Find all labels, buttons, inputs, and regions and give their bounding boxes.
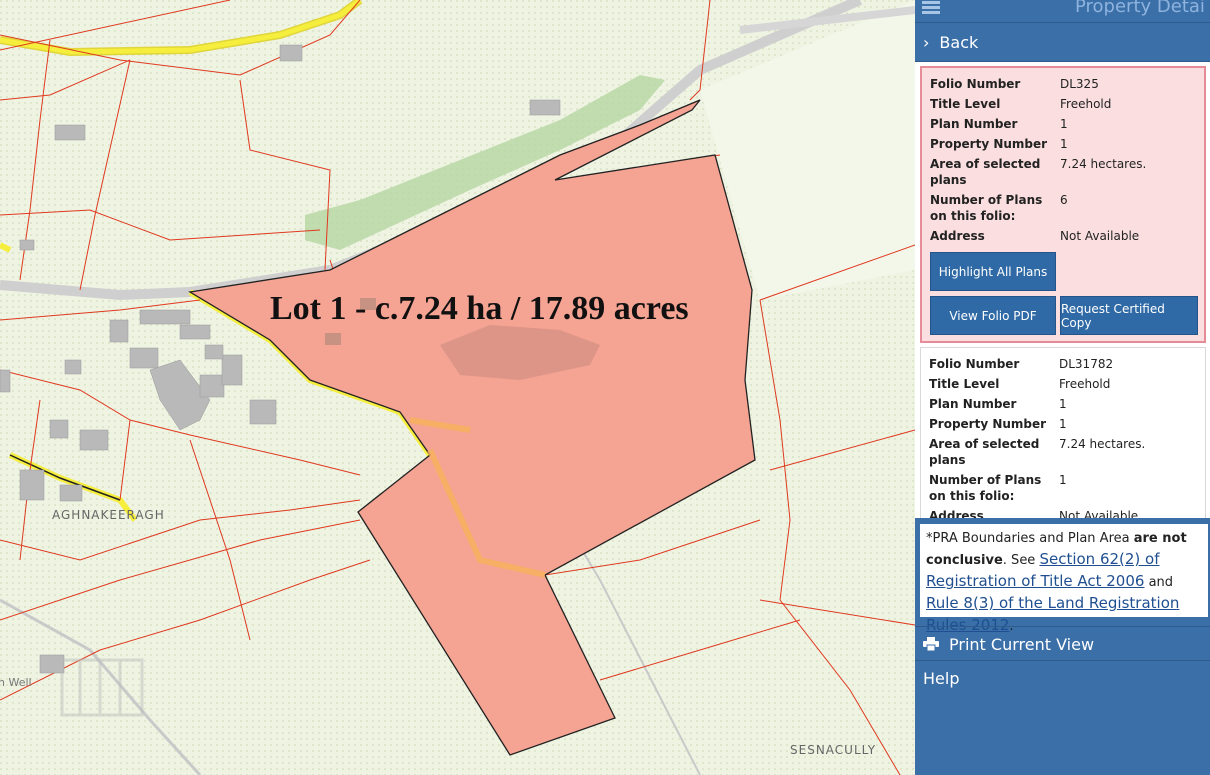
field-value: 1	[1060, 117, 1068, 131]
field-value: DL31782	[1059, 357, 1114, 371]
view-folio-pdf-button[interactable]: View Folio PDF	[930, 296, 1056, 335]
field-label: Title Level	[929, 377, 1000, 391]
folio-card[interactable]: Folio Number DL31782 Title Level Freehold …	[920, 347, 1206, 518]
folio-card[interactable]: Folio Number DL325 Title Level Freehold Pl…	[920, 66, 1206, 343]
field-label: Plan Number	[930, 117, 1018, 131]
field-value: 1	[1059, 397, 1067, 411]
place-name-well: n Well	[0, 676, 32, 689]
panel-header: Property Detai	[915, 0, 1210, 23]
field-value: 1	[1059, 473, 1067, 487]
field-label: Plan Number	[929, 397, 1017, 411]
field-value: 7.24 hectares.	[1059, 437, 1146, 451]
place-name-aghnakeeragh: AGHNAKEERAGH	[52, 508, 165, 522]
field-value: Freehold	[1060, 97, 1112, 111]
disclaimer-text: . See	[1002, 553, 1040, 568]
request-certified-copy-button[interactable]: Request Certified Copy	[1060, 296, 1198, 335]
field-label: Number of Plans on this folio:	[930, 193, 1043, 223]
menu-icon[interactable]	[922, 1, 940, 15]
field-label: Area of selected plans	[929, 437, 1040, 467]
help-label: Help	[923, 668, 960, 688]
field-value: 1	[1060, 137, 1068, 151]
disclaimer-text: *PRA Boundaries and Plan Area	[926, 531, 1134, 546]
disclaimer-text: and	[1144, 575, 1174, 590]
map-canvas[interactable]	[0, 0, 915, 775]
highlight-all-plans-button[interactable]: Highlight All Plans	[930, 252, 1056, 291]
field-label: Area of selected plans	[930, 157, 1041, 187]
building	[325, 333, 341, 345]
field-value: Freehold	[1059, 377, 1111, 391]
print-label: Print Current View	[949, 634, 1095, 654]
field-value: 1	[1059, 417, 1067, 431]
field-label: Address	[930, 229, 985, 243]
field-label: Address	[929, 509, 984, 518]
print-current-view-button[interactable]: Print Current View	[915, 626, 1210, 661]
field-label: Title Level	[930, 97, 1001, 111]
map-view[interactable]: Lot 1 - c.7.24 ha / 17.89 acres AGHNAKEE…	[0, 0, 915, 775]
field-label: Property Number	[930, 137, 1048, 151]
help-button[interactable]: Help	[915, 660, 1210, 695]
field-value: Not Available	[1059, 509, 1139, 518]
property-details-panel: Property Detai › Back Folio Number DL325 …	[915, 0, 1210, 775]
back-button[interactable]: › Back	[915, 23, 1210, 62]
folio-list[interactable]: Folio Number DL325 Title Level Freehold Pl…	[915, 62, 1210, 518]
field-label: Number of Plans on this folio:	[929, 473, 1042, 503]
field-value: DL325	[1060, 77, 1099, 91]
field-value: 7.24 hectares.	[1060, 157, 1147, 171]
chevron-right-icon: ›	[923, 32, 930, 52]
boundary-disclaimer: *PRA Boundaries and Plan Area are not co…	[920, 524, 1208, 634]
field-value: 6	[1060, 193, 1068, 207]
field-value: Not Available	[1060, 229, 1140, 243]
lot-label: Lot 1 - c.7.24 ha / 17.89 acres	[270, 290, 689, 327]
field-label: Folio Number	[930, 77, 1021, 91]
back-label: Back	[939, 32, 979, 52]
panel-title: Property Detai	[1075, 0, 1205, 17]
field-label: Folio Number	[929, 357, 1020, 371]
field-label: Property Number	[929, 417, 1047, 431]
printer-icon	[923, 637, 939, 651]
place-name-sesnacully: SESNACULLY	[790, 743, 877, 757]
